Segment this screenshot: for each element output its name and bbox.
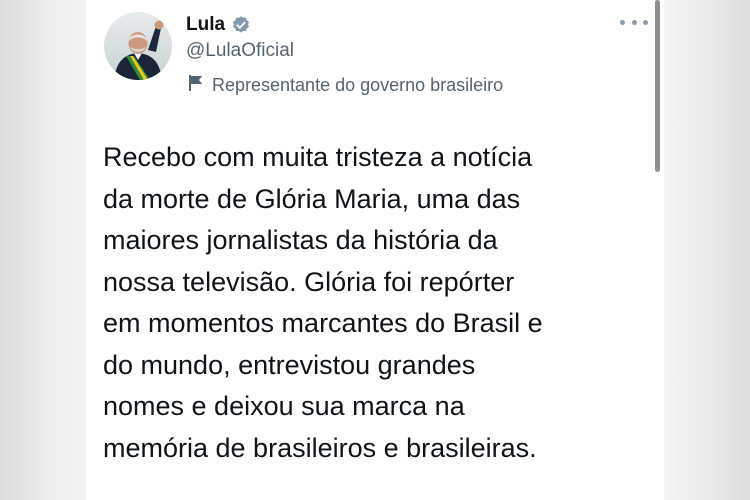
author-name[interactable]: Lula [186, 14, 225, 36]
avatar[interactable] [104, 12, 172, 80]
flag-icon [188, 74, 204, 97]
tweet-text-line: nossa televisão. Glória foi repórter [103, 266, 515, 297]
avatar-photo [104, 12, 172, 80]
tweet-text: Recebo com muita tristeza a notícia da m… [103, 137, 653, 469]
tweet-text-line: memória de brasileiros e brasileiras. [103, 432, 537, 463]
tweet-text-line: em momentos marcantes do Brasil e [103, 308, 543, 338]
tweet-text-line: da morte de Glória Maria, uma das [103, 183, 521, 214]
verified-badge-icon [231, 15, 251, 35]
blurred-background-right [664, 0, 750, 500]
blurred-background-left [0, 0, 86, 500]
account-label[interactable]: Representante do governo brasileiro [188, 74, 503, 97]
tweet-text-line: maiores jornalistas da história da [103, 225, 498, 255]
scrollbar[interactable] [655, 0, 660, 172]
more-dots-icon[interactable] [620, 14, 648, 30]
tweet-text-line: do mundo, entrevistou grandes [103, 349, 476, 380]
account-label-text: Representante do governo brasileiro [212, 75, 504, 95]
tweet-text-line: nomes e deixou sua marca na [103, 391, 465, 421]
author-handle[interactable]: @LulaOficial [186, 40, 294, 62]
author-name-row: Lula [186, 12, 251, 38]
tweet-text-line: Recebo com muita tristeza a notícia [103, 142, 533, 172]
